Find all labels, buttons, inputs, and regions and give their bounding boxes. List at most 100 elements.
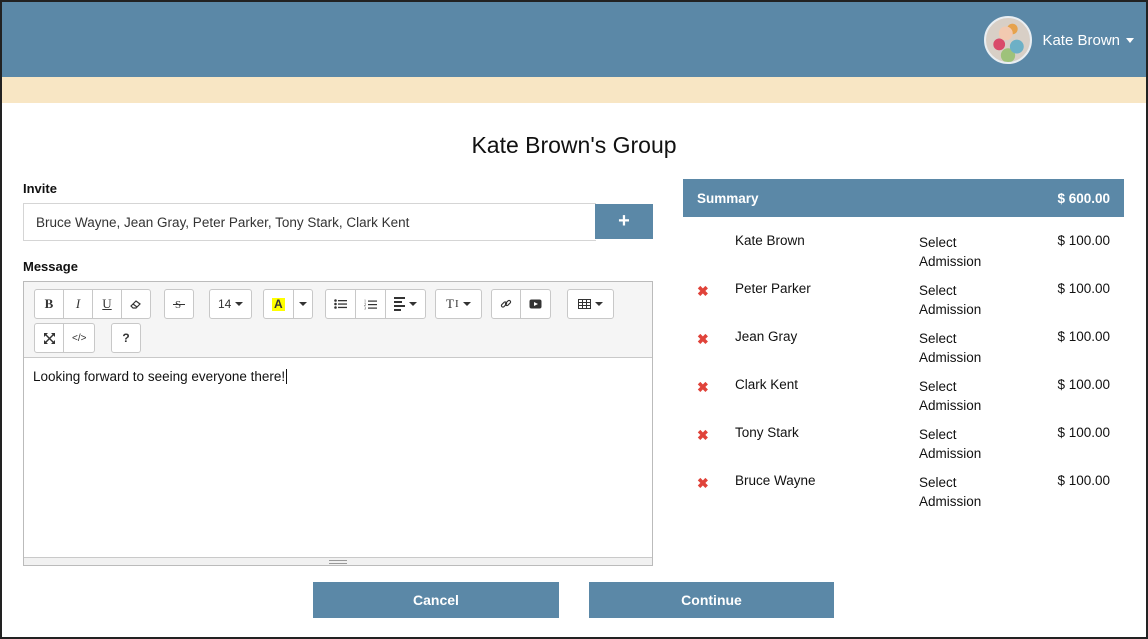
message-editor: B I U S 14 A 1 2 3 T I </> ? Looking for… (23, 281, 653, 566)
summary-row: ✖ Tony Stark Select Admission $ 100.00 (683, 419, 1124, 467)
fullscreen-button[interactable] (34, 323, 64, 353)
cancel-button[interactable]: Cancel (313, 582, 559, 618)
select-admission-link[interactable]: Select Admission (919, 281, 999, 319)
summary-row: Kate Brown Select Admission $ 100.00 (683, 227, 1124, 275)
invite-input[interactable] (23, 203, 596, 241)
chevron-down-icon (462, 302, 471, 306)
numbered-list-icon: 123 (364, 299, 377, 310)
attendee-name: Bruce Wayne (735, 473, 816, 488)
color-dropdown[interactable] (292, 289, 313, 319)
editor-toolbar: B I U S 14 A 1 2 3 T I </> ? (24, 282, 652, 358)
chevron-down-icon (298, 302, 307, 306)
code-view-button[interactable]: </> (63, 323, 96, 353)
font-style-group: B I U (34, 289, 151, 319)
attendee-price: $ 100.00 (1057, 377, 1110, 392)
video-icon (529, 299, 542, 309)
svg-text:3: 3 (364, 305, 366, 310)
table-icon (578, 299, 591, 309)
message-label: Message (23, 259, 78, 274)
summary-row: ✖ Clark Kent Select Admission $ 100.00 (683, 371, 1124, 419)
text-style-dropdown[interactable]: TI (435, 289, 482, 319)
align-dropdown[interactable] (385, 289, 426, 319)
remove-icon[interactable]: ✖ (697, 379, 709, 396)
chevron-down-icon (409, 302, 417, 306)
select-admission-link[interactable]: Select Admission (919, 377, 999, 415)
eraser-icon (130, 300, 141, 309)
add-invite-button[interactable]: + (595, 204, 653, 239)
highlight-color-button[interactable]: A (263, 289, 294, 319)
remove-icon[interactable]: ✖ (697, 427, 709, 444)
chevron-down-icon (595, 302, 603, 306)
remove-icon[interactable]: ✖ (697, 475, 709, 492)
summary-row: ✖ Peter Parker Select Admission $ 100.00 (683, 275, 1124, 323)
bullet-list-icon (334, 299, 347, 309)
summary-total: $ 600.00 (1057, 190, 1110, 206)
font-size-value: 14 (218, 297, 232, 311)
unordered-list-button[interactable] (325, 289, 356, 319)
attendee-price: $ 100.00 (1057, 281, 1110, 296)
italic-button[interactable]: I (63, 289, 93, 319)
app-frame: Kate Brown Kate Brown's Group Invite + M… (0, 0, 1148, 639)
summary-header: Summary $ 600.00 (683, 179, 1124, 217)
strikethrough-button[interactable]: S (164, 289, 194, 319)
continue-button[interactable]: Continue (589, 582, 834, 618)
underline-button[interactable]: U (92, 289, 122, 319)
font-size-dropdown[interactable]: 14 (209, 289, 253, 319)
attendee-name: Peter Parker (735, 281, 811, 296)
style-group: TI (435, 289, 482, 319)
top-bar: Kate Brown (2, 2, 1146, 77)
expand-icon (43, 332, 55, 344)
attendee-price: $ 100.00 (1057, 233, 1110, 248)
link-button[interactable] (491, 289, 521, 319)
select-admission-link[interactable]: Select Admission (919, 425, 999, 463)
attendee-name: Clark Kent (735, 377, 799, 392)
attendee-name: Kate Brown (735, 233, 805, 248)
eraser-button[interactable] (121, 289, 151, 319)
message-body[interactable]: Looking forward to seeing everyone there… (24, 359, 652, 558)
attendee-price: $ 100.00 (1057, 329, 1110, 344)
link-icon (500, 299, 512, 308)
bold-button[interactable]: B (34, 289, 64, 319)
summary-panel: Summary $ 600.00 Kate Brown Select Admiss… (683, 179, 1124, 509)
summary-row: ✖ Bruce Wayne Select Admission $ 100.00 (683, 467, 1124, 515)
text-cursor-icon: I (454, 298, 459, 310)
user-menu[interactable]: Kate Brown (984, 16, 1134, 64)
strikethrough-icon: S (173, 299, 185, 310)
chevron-down-icon[interactable] (1126, 37, 1134, 43)
video-button[interactable] (520, 289, 551, 319)
grip-icon (329, 559, 347, 564)
attendee-price: $ 100.00 (1057, 425, 1110, 440)
text-style-icon: T (446, 296, 454, 311)
paragraph-group: 123 (325, 289, 426, 319)
chevron-down-icon (235, 302, 244, 306)
highlight-icon: A (272, 296, 285, 311)
select-admission-link[interactable]: Select Admission (919, 473, 999, 511)
remove-icon[interactable]: ✖ (697, 283, 709, 300)
page-title: Kate Brown's Group (471, 132, 677, 158)
table-group (567, 289, 614, 319)
attendee-name: Jean Gray (735, 329, 798, 344)
user-name[interactable]: Kate Brown (1042, 32, 1120, 49)
invite-label: Invite (23, 181, 57, 196)
help-group: ? (111, 323, 141, 353)
attendee-price: $ 100.00 (1057, 473, 1110, 488)
select-admission-link[interactable]: Select Admission (919, 329, 999, 367)
message-text: Looking forward to seeing everyone there… (33, 369, 286, 384)
view-group: </> (34, 323, 96, 353)
ordered-list-button[interactable]: 123 (355, 289, 386, 319)
help-button[interactable]: ? (111, 323, 141, 353)
align-left-icon (394, 297, 405, 311)
select-admission-link[interactable]: Select Admission (919, 233, 999, 271)
user-avatar[interactable] (984, 16, 1033, 64)
code-icon: </> (72, 332, 87, 344)
summary-title: Summary (697, 190, 759, 206)
color-group: A (263, 289, 313, 319)
notice-bar (2, 77, 1146, 103)
text-cursor (286, 369, 288, 384)
remove-icon[interactable]: ✖ (697, 331, 709, 348)
editor-resize-handle[interactable] (24, 557, 652, 565)
attendee-name: Tony Stark (735, 425, 799, 440)
insert-group (491, 289, 551, 319)
table-dropdown[interactable] (567, 289, 614, 319)
strike-group: S (164, 289, 194, 319)
